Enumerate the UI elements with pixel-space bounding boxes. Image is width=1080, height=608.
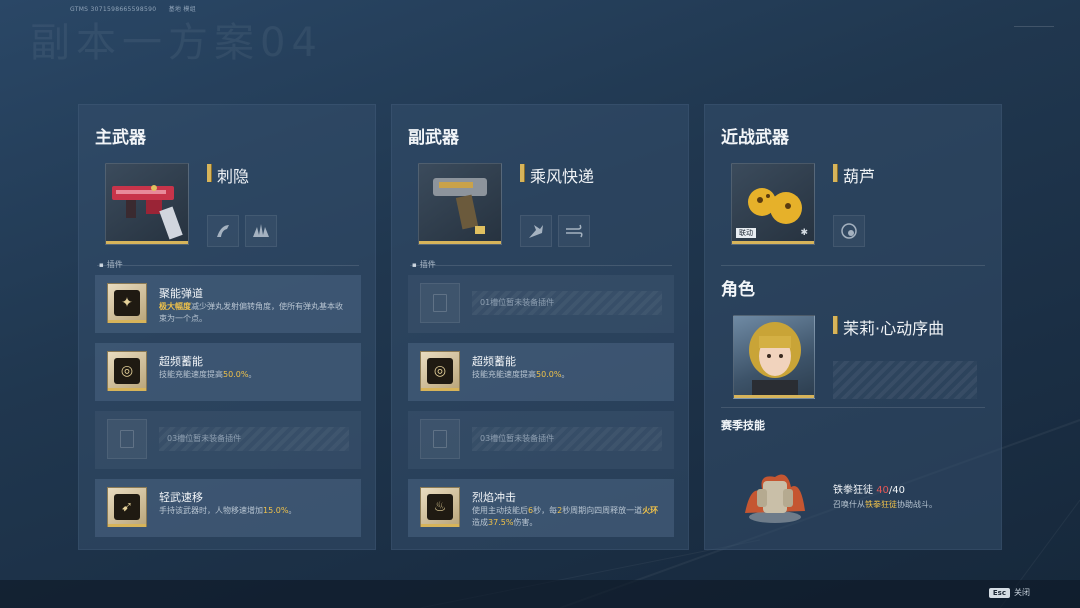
secondary-weapon-image[interactable] <box>418 163 502 245</box>
empty-slot-text: 03槽位暂未装备插件 <box>159 427 349 451</box>
plugin-slot-2[interactable]: ◎ 超频蓄能 技能充能速度提高50.0%。 <box>408 343 674 401</box>
plugin-slot-1-empty[interactable]: 01槽位暂未装备插件 <box>408 275 674 333</box>
character-name: 茉莉·心动序曲 <box>833 315 944 339</box>
energy-swirl-icon: ◎ <box>420 351 460 391</box>
plugin-slot-2[interactable]: ◎ 超频蓄能 技能充能速度提高50.0%。 <box>95 343 361 401</box>
plugin-desc: 手持该武器时，人物移速增加15.0%。 <box>159 506 297 515</box>
character-section-title: 角色 <box>721 280 755 300</box>
character-avatar <box>749 322 801 398</box>
weapon-skill-slot-2[interactable] <box>558 215 590 247</box>
plugin-slot-4[interactable]: ♨ 烈焰冲击 使用主动技能后6秒，每2秒周期向四周释放一道火环造成37.5%伤害… <box>408 479 674 537</box>
wind-icon <box>566 224 583 238</box>
primary-weapon-image[interactable] <box>105 163 189 245</box>
empty-slot-text: 01槽位暂未装备插件 <box>472 291 662 315</box>
season-skill-title: 铁拳狂徒 40/40 <box>833 485 906 496</box>
background-title: 副本一方案04 <box>30 20 323 66</box>
plugin-desc: 技能充能速度提高50.0%。 <box>159 370 257 379</box>
corner-decoration <box>1014 26 1054 32</box>
divider <box>721 265 985 266</box>
running-man-icon: ➹ <box>107 487 147 527</box>
character-portrait[interactable] <box>733 315 815 399</box>
plugin-desc: 使用主动技能后6秒，每2秒周期向四周释放一道火环造成37.5%伤害。 <box>472 506 659 527</box>
melee-character-panel: 近战武器 联动 ✱ 葫芦 角色 茉莉·心动序曲 赛季技能 铁拳狂徒 40/40 … <box>704 104 1002 550</box>
plugin-title: 轻武速移 <box>159 491 203 504</box>
weapon-skill-slot-1[interactable] <box>207 215 239 247</box>
plugin-title: 超频蓄能 <box>159 355 203 368</box>
spikes-icon <box>253 224 269 237</box>
divider <box>410 265 672 266</box>
energy-swirl-icon: ◎ <box>107 351 147 391</box>
dash-icon <box>529 225 543 238</box>
close-label: 关闭 <box>1014 588 1030 597</box>
plugin-desc: 极大幅度减少弹丸发射偏转角度，使所有弹丸基本收束为一个点。 <box>159 302 343 323</box>
panel-title: 近战武器 <box>721 128 789 148</box>
claw-icon <box>217 225 229 237</box>
weapon-skill-slot-2[interactable] <box>245 215 277 247</box>
empty-slot-icon <box>420 283 460 323</box>
plugin-slot-3-empty[interactable]: 03槽位暂未装备插件 <box>95 411 361 469</box>
weapon-skill-slot-1[interactable] <box>833 215 865 247</box>
empty-slot-icon <box>107 419 147 459</box>
empty-slot-text: 03槽位暂未装备插件 <box>472 427 662 451</box>
iron-fist-icon <box>745 474 805 523</box>
weapon-skill-slot-1[interactable] <box>520 215 552 247</box>
plugin-title: 超频蓄能 <box>472 355 516 368</box>
character-skill-placeholder <box>833 361 977 399</box>
weapon-name: 葫芦 <box>833 163 875 187</box>
secondary-weapon-panel: 副武器 乘风快递 插件 01槽位暂未装备插件 ◎ 超频蓄能 技能充能速度提高50… <box>391 104 689 550</box>
target-core-icon: ✦ <box>107 283 147 323</box>
gear-icon: ✱ <box>800 228 808 238</box>
divider <box>721 407 985 408</box>
melee-weapon-image[interactable]: 联动 ✱ <box>731 163 815 245</box>
season-skill-image[interactable] <box>735 463 815 525</box>
plugin-slot-4[interactable]: ➹ 轻武速移 手持该武器时，人物移速增加15.0%。 <box>95 479 361 537</box>
divider <box>97 265 359 266</box>
panel-title: 副武器 <box>408 128 459 148</box>
esc-key-icon: Esc <box>988 587 1010 598</box>
primary-weapon-panel: 主武器 刺隐 插件 ✦ 聚能弹道 极大幅度减少弹丸发射偏转角度，使所有弹丸基本收… <box>78 104 376 550</box>
flame-icon: ♨ <box>420 487 460 527</box>
weapon-name: 刺隐 <box>207 163 249 187</box>
orb-icon <box>841 223 857 239</box>
close-button[interactable]: Esc 关闭 <box>988 587 1030 598</box>
rifle-icon <box>112 185 183 240</box>
empty-slot-icon <box>420 419 460 459</box>
pistol-icon <box>433 178 487 234</box>
plugin-desc: 技能充能速度提高50.0%。 <box>472 370 570 379</box>
plugin-slot-3-empty[interactable]: 03槽位暂未装备插件 <box>408 411 674 469</box>
season-skill-desc: 召唤什从铁拳狂徒协助战斗。 <box>833 500 937 509</box>
panel-title: 主武器 <box>95 128 146 148</box>
weapon-name: 乘风快递 <box>520 163 594 187</box>
plugin-slot-1[interactable]: ✦ 聚能弹道 极大幅度减少弹丸发射偏转角度，使所有弹丸基本收束为一个点。 <box>95 275 361 333</box>
bottom-bar <box>0 580 1080 608</box>
link-badge: 联动 <box>736 228 756 238</box>
season-skill-label: 赛季技能 <box>721 419 765 432</box>
plugin-title: 聚能弹道 <box>159 287 203 300</box>
plugin-title: 烈焰冲击 <box>472 491 516 504</box>
